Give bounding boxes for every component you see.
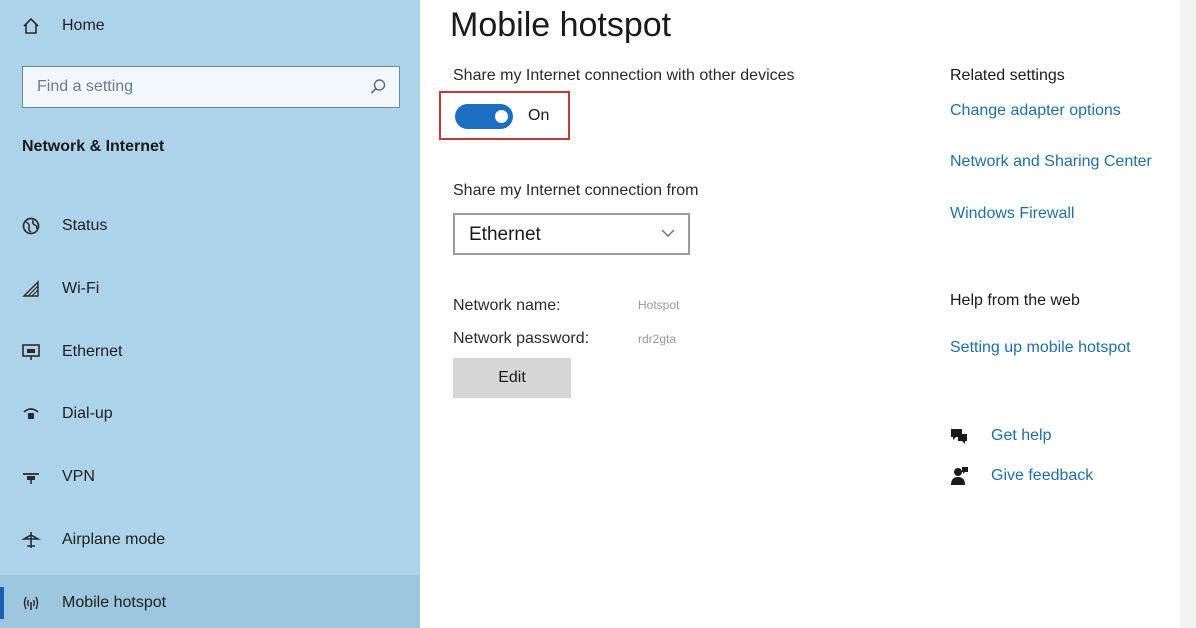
- sidebar-item-label: Ethernet: [62, 343, 123, 360]
- hotspot-toggle[interactable]: [455, 104, 513, 129]
- help-from-web-heading: Help from the web: [950, 292, 1080, 309]
- chevron-down-icon: [661, 229, 675, 238]
- sidebar-item-label: Dial-up: [62, 405, 113, 422]
- search-icon[interactable]: [369, 78, 387, 96]
- ethernet-icon: [20, 341, 42, 363]
- section-title: Network & Internet: [22, 138, 165, 155]
- related-settings-heading: Related settings: [950, 67, 1065, 84]
- dropdown-value: Ethernet: [469, 224, 541, 245]
- edit-button[interactable]: Edit: [453, 358, 571, 398]
- sidebar-item-home[interactable]: Home: [0, 0, 420, 54]
- search-input[interactable]: [23, 78, 353, 96]
- share-from-label: Share my Internet connection from: [453, 182, 699, 199]
- network-password-label: Network password:: [453, 330, 590, 347]
- search-box[interactable]: [22, 66, 400, 108]
- vpn-icon: [20, 466, 42, 488]
- wifi-icon: [20, 278, 42, 300]
- chat-help-icon: [951, 429, 967, 444]
- network-sharing-center-link[interactable]: Network and Sharing Center: [950, 153, 1152, 171]
- toggle-knob: [495, 110, 508, 123]
- sidebar-item-label: VPN: [62, 468, 95, 485]
- scroll-gutter: [1180, 0, 1196, 628]
- sidebar-item-label: Home: [62, 17, 105, 34]
- share-label: Share my Internet connection with other …: [453, 67, 795, 84]
- sidebar-item-mobile-hotspot[interactable]: Mobile hotspot: [0, 575, 420, 628]
- sidebar: Home Network & Internet Status Wi-Fi Eth…: [0, 0, 420, 628]
- sidebar-item-status[interactable]: Status: [0, 198, 420, 254]
- sidebar-item-label: Wi-Fi: [62, 280, 100, 297]
- sidebar-item-wifi[interactable]: Wi-Fi: [0, 261, 420, 317]
- home-icon: [20, 15, 42, 37]
- page-title: Mobile hotspot: [450, 6, 672, 44]
- change-adapter-options-link[interactable]: Change adapter options: [950, 102, 1121, 120]
- globe-icon: [20, 215, 42, 237]
- airplane-icon: [20, 529, 42, 551]
- sidebar-item-label: Mobile hotspot: [62, 594, 167, 611]
- feedback-icon: [951, 467, 968, 485]
- give-feedback-link[interactable]: Give feedback: [991, 467, 1093, 485]
- network-name-label: Network name:: [453, 297, 561, 314]
- setting-up-hotspot-link[interactable]: Setting up mobile hotspot: [950, 339, 1131, 357]
- network-name-value: Hotspot: [638, 298, 680, 312]
- sidebar-item-label: Status: [62, 217, 108, 234]
- get-help-link[interactable]: Get help: [991, 427, 1051, 445]
- dialup-icon: [20, 403, 42, 425]
- sidebar-item-label: Airplane mode: [62, 531, 166, 548]
- toggle-state-label: On: [528, 107, 550, 124]
- hotspot-icon: [20, 592, 42, 614]
- sidebar-item-dialup[interactable]: Dial-up: [0, 386, 420, 442]
- share-from-dropdown[interactable]: Ethernet: [453, 213, 690, 255]
- windows-firewall-link[interactable]: Windows Firewall: [950, 205, 1074, 223]
- sidebar-item-airplane-mode[interactable]: Airplane mode: [0, 512, 420, 568]
- network-password-value: rdr2gta: [638, 332, 677, 346]
- sidebar-item-vpn[interactable]: VPN: [0, 449, 420, 505]
- sidebar-item-ethernet[interactable]: Ethernet: [0, 324, 420, 380]
